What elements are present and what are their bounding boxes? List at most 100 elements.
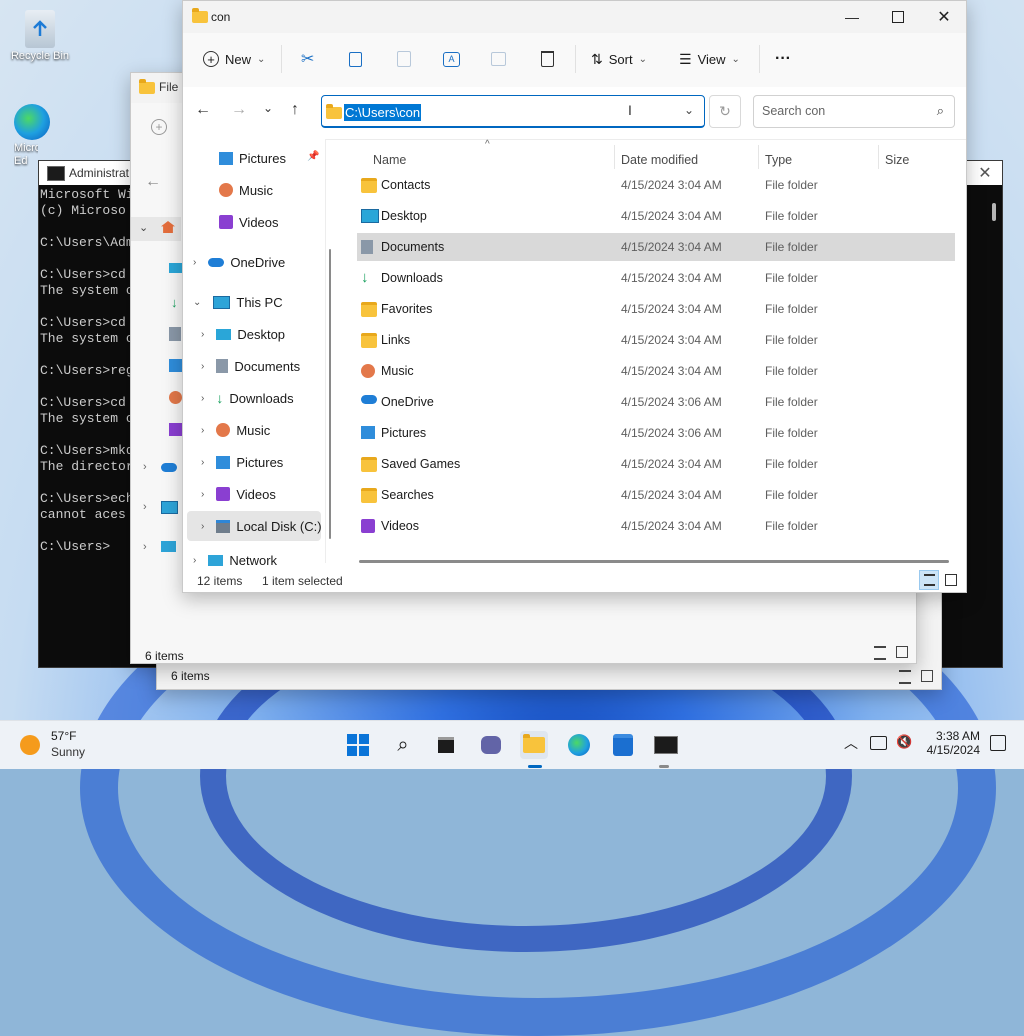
nav-item-onedrive[interactable]: › OneDrive — [193, 250, 285, 274]
nav-item-music-pc[interactable]: › Music — [201, 418, 270, 442]
search-icon[interactable]: ⌕ — [937, 103, 944, 119]
chevron-right-icon[interactable]: › — [193, 555, 196, 566]
start-button[interactable] — [344, 731, 372, 759]
cmd-scrollbar[interactable] — [986, 185, 1002, 667]
nav-item-pictures[interactable]: Pictures — [219, 146, 286, 170]
close-icon[interactable]: ✕ — [970, 161, 1000, 185]
file-row[interactable]: OneDrive 4/15/2024 3:06 AM File folder — [341, 388, 955, 416]
task-view-button[interactable] — [432, 731, 460, 759]
sort-button[interactable]: ⇅ Sort ⌄ — [591, 43, 647, 75]
file-row[interactable]: Music 4/15/2024 3:04 AM File folder — [341, 357, 955, 385]
chat-button[interactable] — [477, 731, 505, 759]
address-text[interactable]: C:\Users\con — [344, 104, 422, 121]
nav-item-this-pc[interactable]: ⌄ This PC — [193, 290, 283, 314]
nav-item-downloads[interactable]: › ↓ Downloads — [201, 386, 294, 410]
rename-button[interactable]: A — [443, 43, 460, 75]
recycle-bin-desktop-icon[interactable]: Recycle Bin — [4, 10, 76, 62]
view-button[interactable]: ☰ View ⌄ — [679, 43, 740, 75]
file-row[interactable]: Videos 4/15/2024 3:04 AM File folder — [341, 512, 955, 540]
chevron-right-icon[interactable]: › — [201, 489, 204, 500]
tiles-view-icon[interactable] — [921, 670, 933, 682]
nav-item-videos-pc[interactable]: › Videos — [201, 482, 276, 506]
column-header-size[interactable]: Size — [885, 153, 909, 167]
chevron-right-icon[interactable]: › — [143, 461, 147, 473]
chevron-right-icon[interactable]: › — [201, 457, 204, 468]
network-icon[interactable] — [870, 736, 887, 750]
column-divider[interactable] — [878, 145, 879, 169]
nav-item-network[interactable]: › Network — [193, 553, 277, 567]
chevron-down-icon[interactable]: ⌄ — [139, 221, 148, 234]
pin-icon[interactable]: 📌 — [307, 151, 319, 162]
minimize-button[interactable]: — — [829, 1, 875, 33]
nav-item-local-disk[interactable]: › Local Disk (C:) — [201, 514, 322, 538]
nav-item-desktop[interactable]: › Desktop — [201, 322, 285, 346]
titlebar[interactable]: con — ✕ — [183, 1, 966, 33]
show-hidden-icons-button[interactable]: ︿ — [844, 733, 858, 753]
explorer-window[interactable]: con — ✕ + New ⌄ ✂ A ⇅ Sort ⌄ ☰ View ⌄ ··… — [182, 0, 967, 593]
more-button[interactable]: ··· — [775, 43, 791, 75]
nav-item-music[interactable]: Music — [219, 178, 273, 202]
column-header-type[interactable]: Type — [765, 153, 792, 167]
file-row[interactable]: Desktop 4/15/2024 3:04 AM File folder — [341, 202, 955, 230]
nav-item-pictures-pc[interactable]: › Pictures — [201, 450, 283, 474]
column-header-date[interactable]: Date modified — [621, 153, 698, 167]
maximize-button[interactable] — [875, 1, 921, 33]
nav-scrollbar[interactable] — [329, 249, 331, 539]
file-row[interactable]: Pictures 4/15/2024 3:06 AM File folder — [341, 419, 955, 447]
search-box[interactable]: Search con ⌕ — [753, 95, 955, 128]
edge-desktop-icon[interactable]: Micro Ed — [4, 104, 64, 167]
nav-item-documents[interactable]: › Documents — [201, 354, 300, 378]
navigation-pane[interactable]: Pictures 📌 Music Videos › OneDrive ⌄ Thi… — [183, 139, 331, 567]
column-divider[interactable] — [758, 145, 759, 169]
chevron-down-icon[interactable]: ⌄ — [193, 297, 201, 308]
refresh-button[interactable]: ↻ — [709, 95, 741, 128]
tiles-view-icon[interactable] — [945, 574, 957, 586]
volume-muted-icon[interactable]: 🔇 — [896, 734, 912, 750]
chevron-right-icon[interactable]: › — [143, 501, 147, 513]
file-row[interactable]: Links 4/15/2024 3:04 AM File folder — [341, 326, 955, 354]
column-header-name[interactable]: Name — [373, 153, 406, 167]
recent-locations-button[interactable]: ⌄ — [263, 101, 273, 115]
chevron-right-icon[interactable]: › — [201, 361, 204, 372]
back-button[interactable]: ← — [195, 101, 211, 119]
file-row[interactable]: Searches 4/15/2024 3:04 AM File folder — [341, 481, 955, 509]
chevron-right-icon[interactable]: › — [201, 521, 204, 532]
clock[interactable]: 3:38 AM 4/15/2024 — [924, 729, 980, 757]
file-row[interactable]: Documents 4/15/2024 3:04 AM File folder — [357, 233, 955, 261]
new-icon[interactable]: + — [151, 119, 167, 135]
share-button[interactable] — [491, 43, 506, 75]
chevron-right-icon[interactable]: › — [143, 541, 147, 553]
details-view-icon[interactable] — [899, 670, 911, 684]
copy-button[interactable] — [349, 43, 362, 75]
store-taskbar-button[interactable] — [609, 731, 637, 759]
paste-button[interactable] — [397, 43, 411, 75]
search-button[interactable]: ⌕ — [389, 731, 417, 759]
address-bar[interactable]: C:\Users\con I ⌄ — [321, 95, 705, 128]
notifications-icon[interactable] — [990, 735, 1006, 751]
file-row[interactable]: Favorites 4/15/2024 3:04 AM File folder — [341, 295, 955, 323]
forward-button[interactable]: → — [231, 101, 247, 119]
file-row[interactable]: ↓ Downloads 4/15/2024 3:04 AM File folder — [341, 264, 955, 292]
chevron-right-icon[interactable]: › — [201, 425, 204, 436]
delete-button[interactable] — [541, 43, 554, 75]
up-button[interactable]: ↑ — [291, 101, 299, 119]
file-list[interactable]: Name ^ Date modified Type Size Contacts 4… — [341, 139, 959, 563]
column-divider[interactable] — [614, 145, 615, 169]
nav-highlight[interactable]: ⌄ — [131, 217, 181, 241]
tiles-view-icon[interactable] — [896, 646, 908, 658]
nav-item-videos[interactable]: Videos — [219, 210, 279, 234]
details-view-button[interactable] — [919, 570, 939, 590]
file-row[interactable]: Saved Games 4/15/2024 3:04 AM File folder — [341, 450, 955, 478]
chevron-right-icon[interactable]: › — [201, 329, 204, 340]
scroll-thumb[interactable] — [992, 203, 996, 221]
terminal-taskbar-button[interactable] — [652, 731, 680, 759]
horizontal-scrollbar[interactable] — [359, 560, 949, 563]
edge-taskbar-button[interactable] — [565, 731, 593, 759]
new-button[interactable]: + New ⌄ — [203, 43, 265, 75]
cmd-output[interactable]: Microsoft Wi (c) Microso C:\Users\Adm C:\Us… — [40, 187, 134, 555]
back-arrow-icon[interactable]: ← — [145, 173, 161, 191]
cut-button[interactable]: ✂ — [301, 43, 314, 75]
details-view-icon[interactable] — [874, 646, 886, 660]
file-explorer-taskbar-button[interactable] — [520, 731, 548, 759]
address-dropdown-button[interactable]: ⌄ — [684, 103, 694, 117]
